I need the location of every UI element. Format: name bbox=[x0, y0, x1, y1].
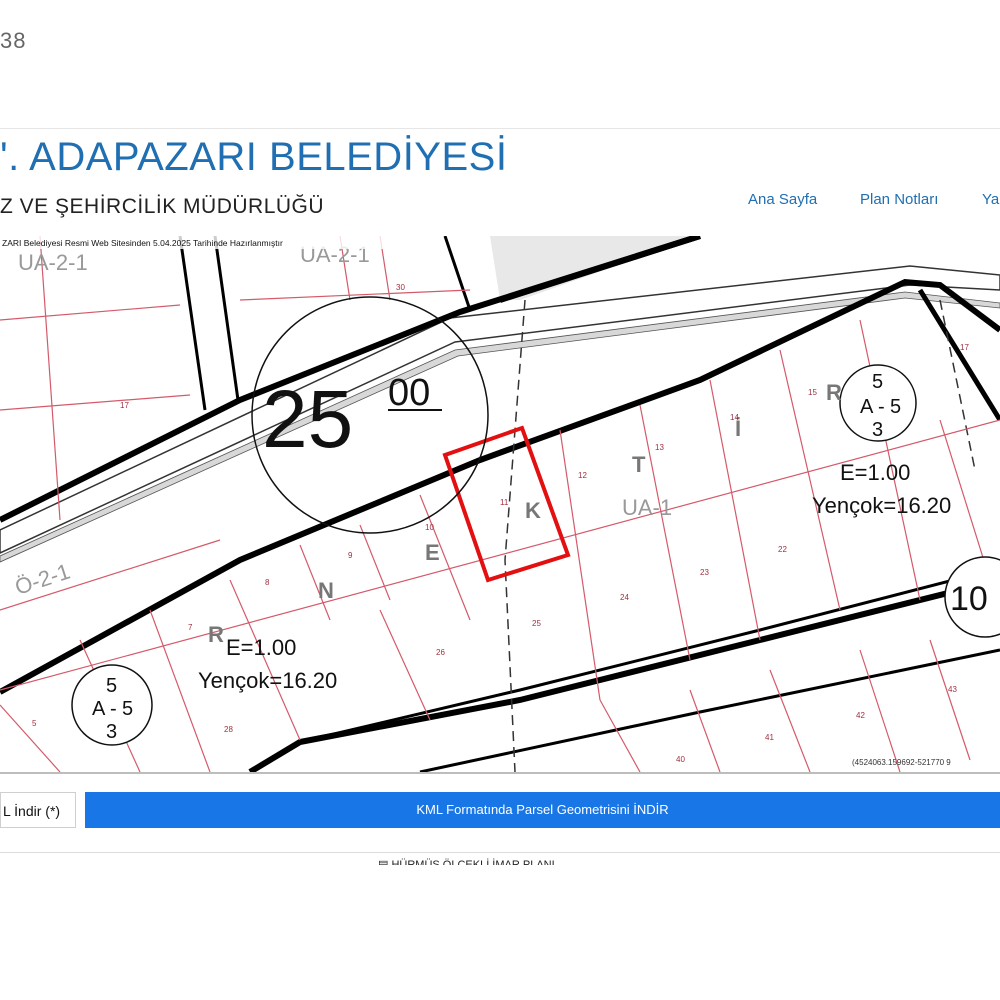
zone-symbol-right: 5 A - 5 3 bbox=[839, 364, 917, 442]
site-header: '. ADAPAZARI BELEDİYESİ Z VE ŞEHİRCİLİK … bbox=[0, 128, 1000, 237]
svg-text:40: 40 bbox=[676, 755, 685, 764]
svg-text:15: 15 bbox=[808, 388, 817, 397]
svg-text:T: T bbox=[632, 452, 646, 477]
svg-text:5: 5 bbox=[872, 371, 883, 393]
svg-text:A: A bbox=[92, 698, 106, 720]
density-height-right: Yençok=16.20 bbox=[812, 493, 951, 518]
svg-text:28: 28 bbox=[224, 725, 233, 734]
density-e-right: E=1.00 bbox=[840, 460, 910, 485]
svg-text:-: - bbox=[110, 698, 117, 720]
svg-text:42: 42 bbox=[856, 711, 865, 720]
svg-text:A: A bbox=[860, 396, 874, 418]
side-road-left-b bbox=[213, 236, 240, 401]
side-road-mid bbox=[443, 236, 472, 311]
site-subtitle: Z VE ŞEHİRCİLİK MÜDÜRLÜĞÜ bbox=[0, 195, 325, 218]
svg-text:K: K bbox=[525, 498, 541, 523]
svg-text:13: 13 bbox=[655, 443, 664, 452]
divider bbox=[0, 852, 1000, 853]
svg-text:41: 41 bbox=[765, 733, 774, 742]
nav-plan-notes[interactable]: Plan Notları bbox=[860, 191, 938, 208]
svg-text:E: E bbox=[425, 540, 440, 565]
svg-text:25: 25 bbox=[532, 619, 541, 628]
svg-text:43: 43 bbox=[948, 685, 957, 694]
svg-text:5: 5 bbox=[890, 396, 901, 418]
svg-text:17: 17 bbox=[120, 401, 129, 410]
svg-text:R: R bbox=[826, 380, 842, 405]
zone-symbol-left: 5 A - 5 3 bbox=[71, 664, 153, 746]
zoning-map-svg[interactable]: 25 00 10 5 A - 5 3 5 A - 5 3 E=1.00 Yenç… bbox=[0, 236, 1000, 772]
site-title[interactable]: '. ADAPAZARI BELEDİYESİ bbox=[0, 135, 507, 180]
svg-text:23: 23 bbox=[700, 568, 709, 577]
dashed-boundary-right bbox=[939, 299, 976, 471]
road-boundary-bottom bbox=[0, 278, 1000, 695]
svg-text:5: 5 bbox=[122, 698, 133, 720]
map-coordinates: (4524063.159692-521770 9 bbox=[852, 758, 951, 767]
road-width-right: 10 bbox=[950, 580, 988, 618]
road-lower-3 bbox=[419, 648, 1000, 772]
density-e-left: E=1.00 bbox=[226, 635, 296, 660]
download-button-left[interactable]: L İndir (*) bbox=[0, 792, 76, 828]
svg-text:26: 26 bbox=[436, 648, 445, 657]
svg-text:3: 3 bbox=[872, 419, 883, 441]
cut-off-section-title: ▤ HÜRMÜŞ ÖLÇEKLİ İMAR PLANI bbox=[378, 859, 555, 865]
svg-text:7: 7 bbox=[188, 623, 193, 632]
road-lower-2 bbox=[299, 566, 1000, 744]
svg-text:5: 5 bbox=[106, 675, 117, 697]
svg-text:22: 22 bbox=[778, 545, 787, 554]
road-width-decimal: 00 bbox=[388, 372, 430, 414]
road-width-main: 25 bbox=[262, 374, 353, 465]
svg-text:5: 5 bbox=[32, 719, 37, 728]
map-notice: ZARI Belediyesi Resmi Web Sitesinden 5.0… bbox=[2, 238, 283, 248]
svg-text:9: 9 bbox=[348, 551, 353, 560]
zone-label: UA-2-1 bbox=[18, 250, 88, 275]
download-bar: L İndir (*) KML Formatında Parsel Geomet… bbox=[0, 786, 1000, 832]
svg-text:8: 8 bbox=[265, 578, 270, 587]
svg-text:10: 10 bbox=[425, 523, 434, 532]
svg-text:14: 14 bbox=[730, 413, 739, 422]
side-road-left-a bbox=[178, 236, 207, 411]
svg-text:R: R bbox=[208, 622, 224, 647]
kml-download-button[interactable]: KML Formatında Parsel Geometrisini İNDİR bbox=[85, 792, 1000, 828]
zone-label: Ö-2-1 bbox=[12, 559, 73, 600]
zoning-map[interactable]: 25 00 10 5 A - 5 3 5 A - 5 3 E=1.00 Yenç… bbox=[0, 236, 1000, 774]
svg-text:3: 3 bbox=[106, 721, 117, 743]
zone-label: UA-1 bbox=[622, 495, 672, 520]
svg-text:-: - bbox=[878, 396, 885, 418]
svg-text:30: 30 bbox=[396, 283, 405, 292]
parcel-numbers: 17 9 8 7 5 10 11 12 13 14 15 17 22 23 24… bbox=[32, 283, 969, 764]
svg-text:17: 17 bbox=[960, 343, 969, 352]
density-height-left: Yençok=16.20 bbox=[198, 668, 337, 693]
svg-text:24: 24 bbox=[620, 593, 629, 602]
road-lower-1 bbox=[248, 577, 1000, 772]
svg-text:N: N bbox=[318, 578, 334, 603]
page-number: 38 bbox=[0, 28, 27, 53]
svg-text:12: 12 bbox=[578, 471, 587, 480]
nav-third[interactable]: Ya bbox=[982, 191, 999, 208]
nav-home[interactable]: Ana Sayfa bbox=[748, 191, 817, 208]
